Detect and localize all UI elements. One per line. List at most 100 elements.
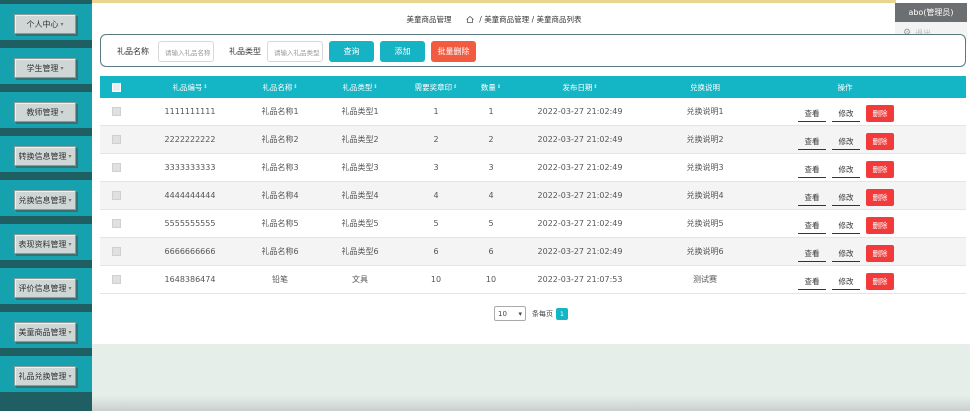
checkbox[interactable] — [111, 82, 121, 92]
sidebar-item-label: 表现资料管理 — [18, 239, 67, 249]
edit-button[interactable]: 修改 — [832, 217, 860, 234]
delete-button[interactable]: 删除 — [866, 105, 894, 122]
delete-button[interactable]: 删除 — [866, 245, 894, 262]
gift-name-input[interactable]: 请输入礼品名称 — [158, 41, 214, 62]
sidebar-button[interactable]: 礼品兑换管理 ▾ — [14, 366, 76, 386]
edit-button[interactable]: 修改 — [832, 133, 860, 150]
sidebar-item-personal-center[interactable]: 个人中心 ▾ — [0, 2, 92, 42]
sort-icon: ⇕ — [453, 84, 458, 90]
col-header[interactable]: 礼品类型 ⇕ — [320, 76, 400, 98]
sort-icon: ⇕ — [203, 84, 208, 90]
checkbox[interactable] — [111, 191, 121, 200]
add-button[interactable]: 添加 — [380, 41, 425, 62]
table-row: 1648386474 铅笔 文具 10 10 2022-03-27 21:07:53 测试赛… — [100, 266, 966, 294]
cell-desc: 兑换说明1 — [686, 107, 724, 116]
view-button[interactable]: 查看 — [798, 161, 826, 178]
row-checkbox[interactable] — [110, 266, 122, 293]
col-header[interactable]: 需要奖章印 ⇕ — [400, 76, 472, 98]
row-checkbox[interactable] — [110, 98, 122, 125]
gift-type-input[interactable]: 请输入礼品类型 — [267, 41, 323, 62]
select-all-checkbox[interactable] — [110, 76, 122, 98]
sidebar-item-label: 转换信息管理 — [18, 151, 67, 161]
row-checkbox[interactable] — [110, 210, 122, 237]
cell-date: 2022-03-27 21:02:49 — [537, 163, 623, 172]
view-button[interactable]: 查看 — [798, 189, 826, 206]
cell-stamps: 5 — [433, 219, 439, 228]
page-size-select[interactable]: 10 ▾ — [494, 306, 526, 321]
col-label: 兑换说明 — [690, 82, 720, 92]
page-number[interactable]: 1 — [556, 307, 568, 320]
cell-qty: 10 — [485, 275, 497, 284]
sidebar-item-students[interactable]: 学生管理 ▾ — [0, 46, 92, 86]
query-button[interactable]: 查询 — [329, 41, 374, 62]
sidebar-item-gift-redemption[interactable]: 礼品兑换管理 ▾ — [0, 354, 92, 394]
checkbox[interactable] — [111, 247, 121, 256]
user-menu[interactable]: abo(管理员) — [895, 3, 967, 22]
checkbox[interactable] — [111, 275, 121, 284]
view-button[interactable]: 查看 — [798, 105, 826, 122]
cell-name: 礼品名称3 — [261, 163, 299, 172]
view-button[interactable]: 查看 — [798, 133, 826, 150]
breadcrumb-item[interactable]: 美童商品管理 — [484, 15, 529, 24]
cell-type: 礼品类型6 — [341, 247, 379, 256]
cell-code: 4444444444 — [164, 191, 216, 200]
row-checkbox[interactable] — [110, 126, 122, 153]
cell-stamps: 10 — [430, 275, 442, 284]
sidebar-button[interactable]: 学生管理 ▾ — [14, 58, 76, 78]
checkbox[interactable] — [111, 135, 121, 144]
checkbox[interactable] — [111, 107, 121, 116]
sidebar-item-teachers[interactable]: 教师管理 ▾ — [0, 90, 92, 130]
batch-delete-button[interactable]: 批量删除 — [431, 41, 476, 62]
sidebar-button[interactable]: 个人中心 ▾ — [14, 14, 76, 34]
checkbox[interactable] — [111, 219, 121, 228]
sidebar-item-evaluation[interactable]: 评价信息管理 ▾ — [0, 266, 92, 306]
sidebar-item-label: 兑换信息管理 — [18, 195, 67, 205]
edit-button[interactable]: 修改 — [832, 105, 860, 122]
sidebar-item-redemption-info[interactable]: 兑换信息管理 ▾ — [0, 178, 92, 218]
delete-button[interactable]: 删除 — [866, 161, 894, 178]
delete-button[interactable]: 删除 — [866, 217, 894, 234]
table-row: 4444444444 礼品名称4 礼品类型4 4 4 2022-03-27 21:02:4… — [100, 182, 966, 210]
edit-button[interactable]: 修改 — [832, 245, 860, 262]
col-header[interactable]: 礼品名称 ⇕ — [240, 76, 320, 98]
chevron-down-icon: ▾ — [68, 284, 72, 292]
delete-button[interactable]: 删除 — [866, 273, 894, 290]
sidebar-button[interactable]: 表现资料管理 ▾ — [14, 234, 76, 254]
col-header[interactable]: 发布日期 ⇕ — [510, 76, 650, 98]
sidebar-button[interactable]: 美童商品管理 ▾ — [14, 322, 76, 342]
edit-button[interactable]: 修改 — [832, 189, 860, 206]
cell-name: 礼品名称6 — [261, 247, 299, 256]
cell-name: 礼品名称4 — [261, 191, 299, 200]
delete-button[interactable]: 删除 — [866, 133, 894, 150]
col-header[interactable]: 数量 ⇕ — [472, 76, 510, 98]
cell-code: 5555555555 — [164, 219, 216, 228]
col-header[interactable]: 礼品编号 ⇕ — [140, 76, 240, 98]
checkbox[interactable] — [111, 163, 121, 172]
sidebar-button[interactable]: 评价信息管理 ▾ — [14, 278, 76, 298]
sidebar-item-products[interactable]: 美童商品管理 ▾ — [0, 310, 92, 350]
row-checkbox[interactable] — [110, 154, 122, 181]
edit-button[interactable]: 修改 — [832, 273, 860, 290]
sidebar-item-conversion-info[interactable]: 转换信息管理 ▾ — [0, 134, 92, 174]
home-icon[interactable] — [466, 16, 474, 23]
sidebar-button[interactable]: 转换信息管理 ▾ — [14, 146, 76, 166]
view-button[interactable]: 查看 — [798, 273, 826, 290]
row-checkbox[interactable] — [110, 182, 122, 209]
cell-type: 礼品类型1 — [341, 107, 379, 116]
sidebar-button[interactable]: 兑换信息管理 ▾ — [14, 190, 76, 210]
col-label: 数量 — [480, 82, 496, 92]
view-button[interactable]: 查看 — [798, 245, 826, 262]
cell-desc: 测试赛 — [693, 275, 717, 284]
sidebar-button[interactable]: 教师管理 ▾ — [14, 102, 76, 122]
cell-stamps: 2 — [433, 135, 439, 144]
sidebar-item-performance[interactable]: 表现资料管理 ▾ — [0, 222, 92, 262]
view-button[interactable]: 查看 — [798, 217, 826, 234]
gift-name-label: 礼品名称 — [117, 47, 149, 56]
col-label: 礼品名称 — [262, 82, 293, 92]
edit-button[interactable]: 修改 — [832, 161, 860, 178]
row-checkbox[interactable] — [110, 238, 122, 265]
table-row: 6666666666 礼品名称6 礼品类型6 6 6 2022-03-27 21:02:4… — [100, 238, 966, 266]
chevron-down-icon: ▾ — [60, 20, 64, 28]
cell-code: 1648386474 — [164, 275, 216, 284]
delete-button[interactable]: 删除 — [866, 189, 894, 206]
